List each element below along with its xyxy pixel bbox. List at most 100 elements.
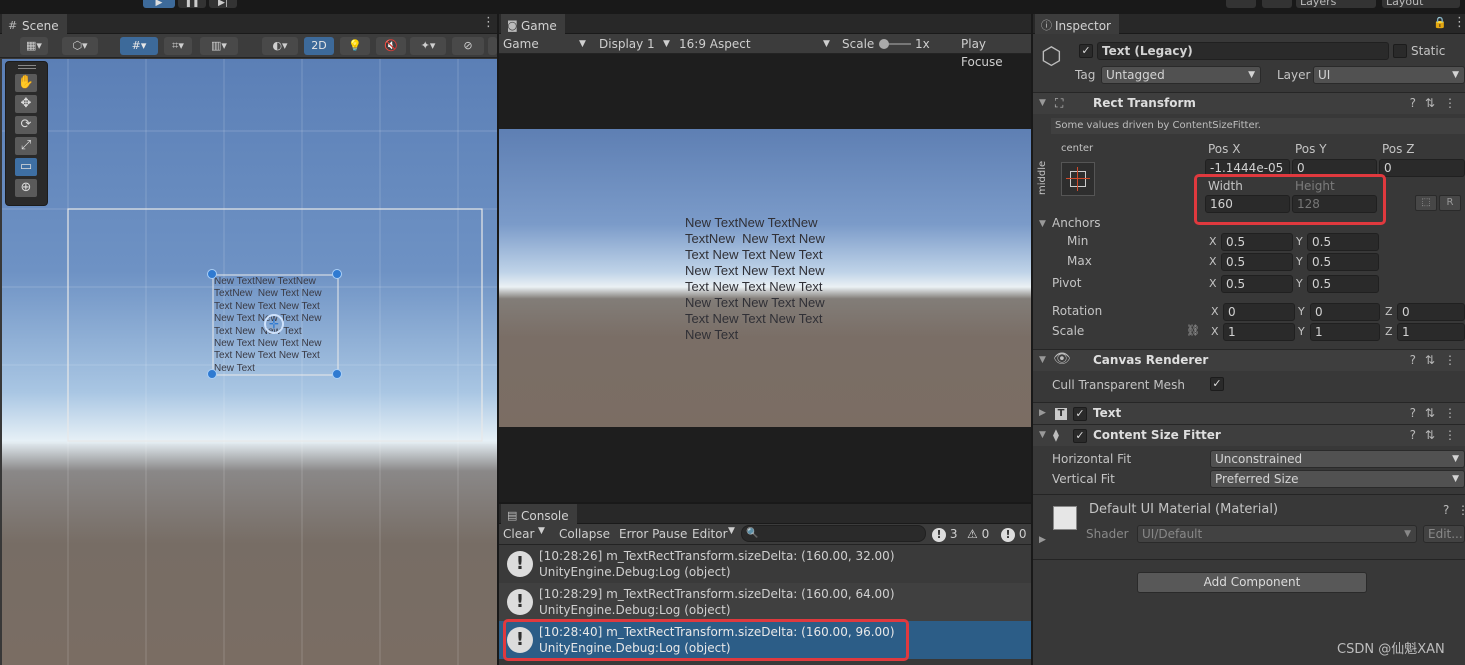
material-help-icon[interactable]: ? <box>1443 503 1449 517</box>
anchors-expand-icon[interactable]: ▼ <box>1039 219 1046 229</box>
static-checkbox[interactable] <box>1393 44 1407 58</box>
camera-icon[interactable] <box>488 37 497 55</box>
rect-handle-tr[interactable] <box>332 269 342 279</box>
draw-mode-icon[interactable]: ▦▾ <box>20 37 48 55</box>
pos-x-field[interactable]: -1.1444e-05 <box>1205 159 1290 177</box>
log-entry[interactable]: ! [10:28:29] m_TextRectTransform.sizeDel… <box>499 583 1031 621</box>
tab-inspector[interactable]: ⓘ Inspector <box>1035 14 1119 34</box>
scale-z-field[interactable]: 1 <box>1397 323 1465 341</box>
scene-menu-icon[interactable]: ⋮ <box>482 15 495 30</box>
pivot-icon[interactable]: ✛ <box>264 314 284 334</box>
raw-edit-button[interactable]: R <box>1439 195 1461 211</box>
tab-scene[interactable]: # Scene <box>2 14 67 34</box>
pos-y-field[interactable]: 0 <box>1292 159 1377 177</box>
step-button[interactable]: ▶| <box>209 0 237 8</box>
text-component-header[interactable]: ▶ T ✓ Text ?⇅⋮ <box>1033 402 1465 424</box>
display-select[interactable]: Display 1 ▼ <box>599 35 673 53</box>
pause-button[interactable]: ❚❚ <box>178 0 206 8</box>
min-x-field[interactable]: 0.5 <box>1221 233 1293 251</box>
expand-arrow-icon[interactable]: ▼ <box>1039 98 1046 108</box>
shader-dropdown[interactable]: UI/Default ▼ <box>1137 525 1417 543</box>
scale-y-field[interactable]: 1 <box>1310 323 1380 341</box>
button-2d[interactable]: 2D <box>304 37 334 55</box>
history-icon[interactable] <box>1226 0 1256 8</box>
component-header-icons[interactable]: ?⇅⋮ <box>1410 406 1465 420</box>
move-tool-icon[interactable]: ✥ <box>15 95 37 113</box>
audio-icon[interactable]: 🔇 <box>376 37 406 55</box>
layout-dropdown[interactable]: Layout <box>1382 0 1460 8</box>
max-y-field[interactable]: 0.5 <box>1307 253 1379 271</box>
rect-handle-tl[interactable] <box>207 269 217 279</box>
cull-checkbox[interactable]: ✓ <box>1210 377 1224 391</box>
rect-handle-bl[interactable] <box>207 369 217 379</box>
content-size-fitter-header[interactable]: ▼ ⧫ ✓ Content Size Fitter ?⇅⋮ <box>1033 424 1465 446</box>
log-entry-selected[interactable]: ! [10:28:40] m_TextRectTransform.sizeDel… <box>499 621 1031 659</box>
lighting-icon[interactable]: 💡 <box>340 37 370 55</box>
min-y-field[interactable]: 0.5 <box>1307 233 1379 251</box>
scale-tool-icon[interactable]: ⤢ <box>15 137 37 155</box>
anchor-preset-button[interactable] <box>1061 162 1095 196</box>
inspector-menu-icon[interactable]: ⋮ <box>1453 15 1465 30</box>
rect-handle-br[interactable] <box>332 369 342 379</box>
hand-tool-icon[interactable]: ✋ <box>15 74 37 92</box>
max-x-field[interactable]: 0.5 <box>1221 253 1293 271</box>
rot-y-field[interactable]: 0 <box>1310 303 1380 321</box>
grid-snap-icon[interactable]: #▾ <box>120 37 158 55</box>
tab-console[interactable]: ▤ Console <box>501 504 577 524</box>
scale-slider[interactable] <box>879 39 911 49</box>
height-field[interactable]: 128 <box>1292 195 1377 213</box>
layers-dropdown[interactable]: Layers <box>1296 0 1376 8</box>
search-icon[interactable] <box>1262 0 1292 8</box>
component-header-icons[interactable]: ?⇅⋮ <box>1410 353 1465 367</box>
expand-arrow-icon[interactable]: ▼ <box>1039 430 1046 440</box>
collapse-arrow-icon[interactable]: ▶ <box>1039 408 1046 418</box>
error-count-badge[interactable]: ! 0 <box>1001 525 1026 543</box>
rot-x-field[interactable]: 0 <box>1223 303 1295 321</box>
game-mode-select[interactable]: Game ▼ <box>503 35 589 53</box>
warning-count-badge[interactable]: ⚠ 0 <box>967 525 989 543</box>
layer-dropdown[interactable]: UI ▼ <box>1313 66 1465 84</box>
fitter-enabled-checkbox[interactable]: ✓ <box>1073 429 1087 443</box>
log-count-badge[interactable]: ! 3 <box>932 525 957 543</box>
expand-arrow-icon[interactable]: ▼ <box>1039 355 1046 365</box>
pivot-y-field[interactable]: 0.5 <box>1307 275 1379 293</box>
collapse-button[interactable]: Collapse <box>559 525 610 543</box>
transform-tool-icon[interactable]: ⊕ <box>15 179 37 197</box>
log-entry[interactable]: ! [10:28:26] m_TextRectTransform.sizeDel… <box>499 545 1031 583</box>
ruler-icon[interactable]: ▥▾ <box>200 37 238 55</box>
clear-button[interactable]: Clear <box>503 525 534 543</box>
link-icon[interactable]: ⛓ <box>1186 324 1200 337</box>
game-viewport[interactable]: New TextNew TextNew TextNew New Text New… <box>499 129 1031 427</box>
tab-game[interactable]: ◙ Game <box>501 14 565 34</box>
material-menu-icon[interactable]: ⋮ <box>1457 503 1465 517</box>
component-header-icons[interactable]: ?⇅⋮ <box>1410 96 1465 110</box>
clear-dropdown-icon[interactable]: ▼ <box>538 526 545 536</box>
vfit-dropdown[interactable]: Preferred Size ▼ <box>1210 470 1465 488</box>
aspect-select[interactable]: 16:9 Aspect ▼ <box>679 35 834 53</box>
rotate-tool-icon[interactable]: ⟳ <box>15 116 37 134</box>
console-search-input[interactable]: 🔍 <box>741 525 926 542</box>
component-header-icons[interactable]: ?⇅⋮ <box>1410 428 1465 442</box>
error-pause-button[interactable]: Error Pause <box>619 525 687 543</box>
rot-z-field[interactable]: 0 <box>1397 303 1465 321</box>
scene-viewport[interactable]: New TextNew TextNew TextNew New Text New… <box>2 59 497 665</box>
shading-icon[interactable]: ◐▾ <box>262 37 298 55</box>
lock-icon[interactable]: 🔒 <box>1433 16 1447 29</box>
play-focused-select[interactable]: Play Focuse <box>961 35 1031 71</box>
visibility-icon[interactable]: ⊘ <box>452 37 484 55</box>
text-enabled-checkbox[interactable]: ✓ <box>1073 407 1087 421</box>
width-field[interactable]: 160 <box>1205 195 1290 213</box>
pivot-x-field[interactable]: 0.5 <box>1221 275 1293 293</box>
object-name-field[interactable]: Text (Legacy) <box>1097 42 1389 60</box>
canvas-renderer-header[interactable]: ▼ 👁 Canvas Renderer ?⇅⋮ <box>1033 349 1465 371</box>
scale-x-field[interactable]: 1 <box>1223 323 1295 341</box>
play-button[interactable]: ▶ <box>143 0 175 8</box>
rect-tool-icon[interactable]: ▭ <box>15 158 37 176</box>
pos-z-field[interactable]: 0 <box>1379 159 1465 177</box>
material-expand-icon[interactable]: ▶ <box>1039 535 1046 545</box>
editor-dropdown[interactable]: Editor <box>692 525 728 543</box>
hfit-dropdown[interactable]: Unconstrained ▼ <box>1210 450 1465 468</box>
view-cube-icon[interactable]: ⬡▾ <box>62 37 98 55</box>
tools-drag-handle[interactable] <box>18 65 36 69</box>
effects-icon[interactable]: ✦▾ <box>410 37 446 55</box>
